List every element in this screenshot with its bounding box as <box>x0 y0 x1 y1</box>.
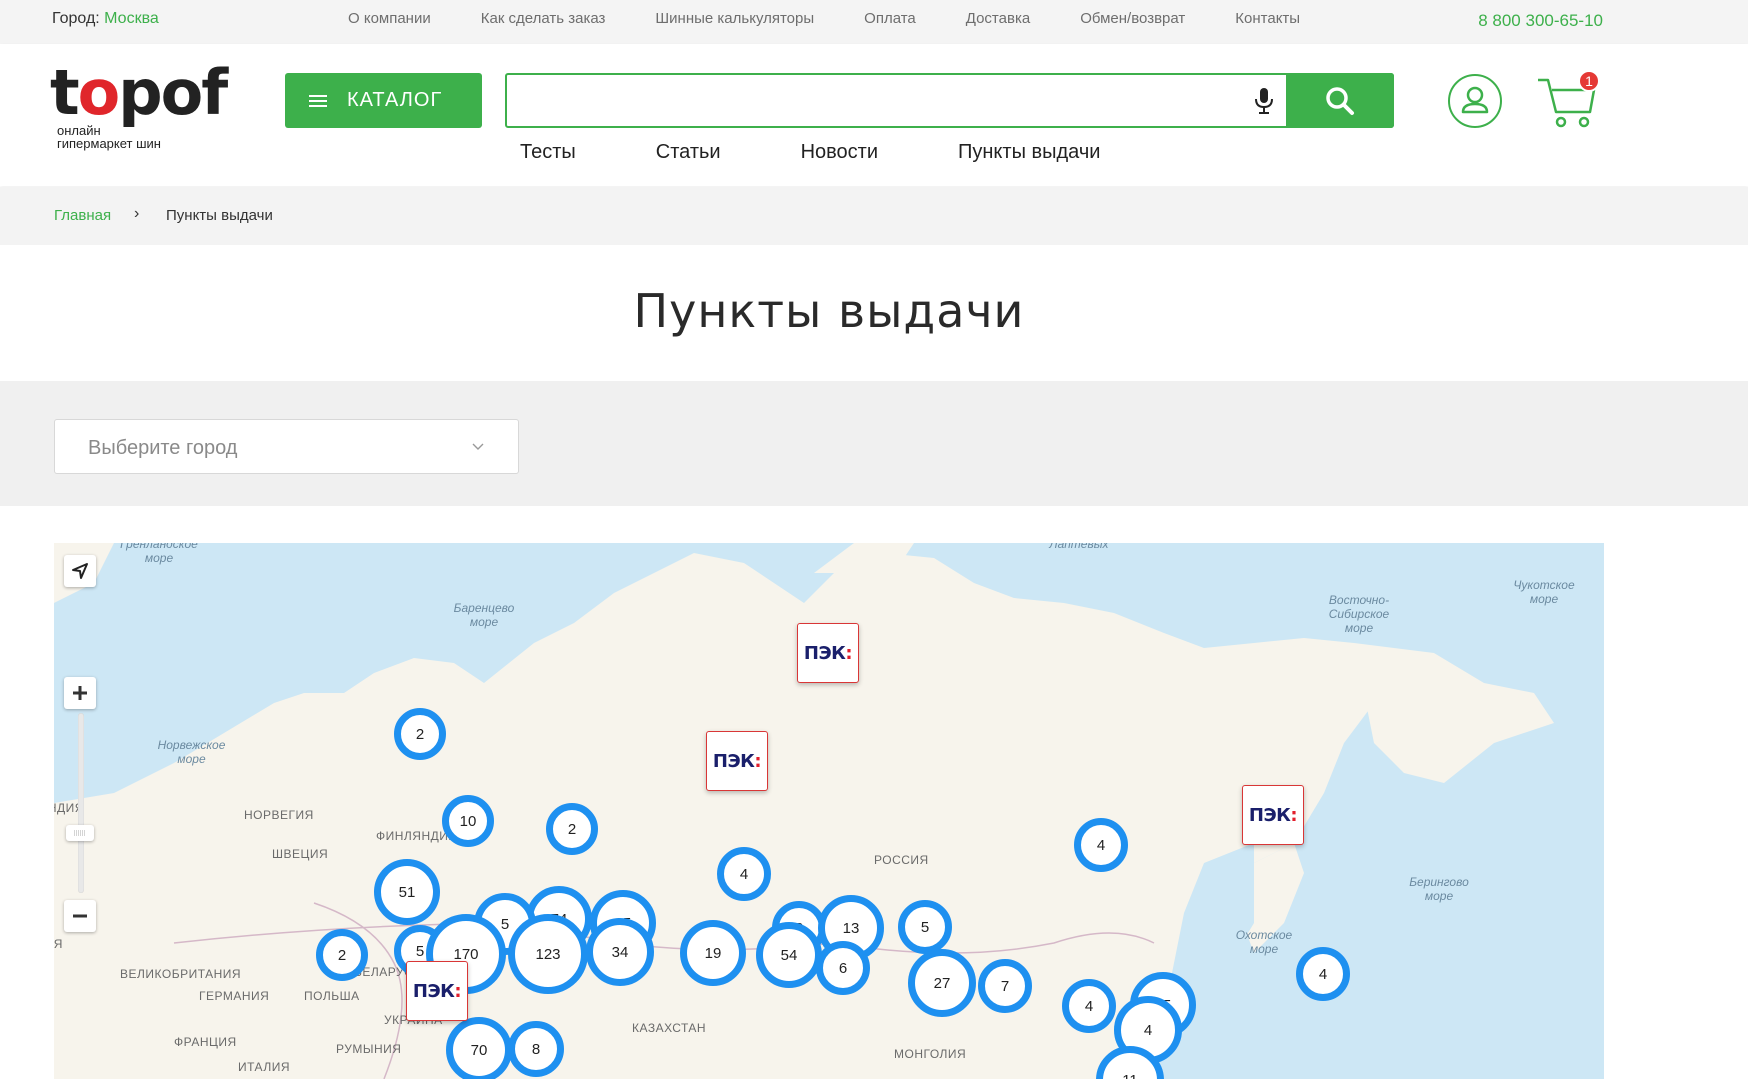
zoom-in-icon <box>73 686 87 700</box>
country-label: МОНГОЛИЯ <box>894 1047 967 1061</box>
top-nav-about[interactable]: О компании <box>348 10 431 27</box>
sea-label: Чукотское море <box>1513 578 1575 606</box>
zoom-out-icon <box>73 914 87 918</box>
country-label: РОССИЯ <box>874 853 929 867</box>
map-cluster[interactable]: 2 <box>316 929 368 981</box>
logo-tagline: онлайн гипермаркет шин <box>57 123 161 151</box>
sea-label: Лаптевых <box>1049 543 1109 551</box>
map-cluster[interactable]: 7 <box>978 959 1032 1013</box>
phone-link[interactable]: 8 800 300-65-10 <box>1478 11 1603 31</box>
pek-logo: ПЭК: <box>412 980 462 1002</box>
cart-icon[interactable]: 1 <box>1536 70 1600 132</box>
sub-nav-articles[interactable]: Статьи <box>656 141 721 164</box>
pek-marker[interactable]: ПЭК: <box>1242 785 1304 845</box>
search-input[interactable] <box>507 75 1247 126</box>
filter-band: Выберите город <box>0 381 1748 506</box>
country-label: ПОЛЬША <box>304 989 360 1003</box>
city-selector[interactable]: Город: Москва <box>52 10 159 28</box>
city-label: Город: <box>52 10 100 27</box>
pek-logo: ПЭК: <box>803 642 853 664</box>
top-nav-how-to-order[interactable]: Как сделать заказ <box>481 10 606 27</box>
logo-wordmark: topof <box>50 56 228 129</box>
country-label: РУМЫНИЯ <box>336 1042 402 1056</box>
sea-label: Гренландское море <box>120 543 198 565</box>
sub-nav-pickup-points[interactable]: Пункты выдачи <box>958 141 1100 164</box>
top-bar: Город: Москва О компании Как сделать зак… <box>0 0 1748 44</box>
map-cluster[interactable]: 8 <box>508 1021 564 1077</box>
map-cluster[interactable]: 54 <box>756 922 822 988</box>
microphone-icon[interactable] <box>1252 87 1276 115</box>
sea-label: Берингово море <box>1409 875 1469 903</box>
zoom-in-button[interactable] <box>64 677 96 709</box>
map-cluster[interactable]: 51 <box>374 859 440 925</box>
map-cluster[interactable]: 5 <box>898 900 952 954</box>
top-nav-exchange-return[interactable]: Обмен/возврат <box>1080 10 1185 27</box>
catalog-label: КАТАЛОГ <box>347 89 443 111</box>
map-cluster[interactable]: 2 <box>546 803 598 855</box>
map-cluster[interactable]: 4 <box>1062 979 1116 1033</box>
city-select-placeholder: Выберите город <box>88 437 238 459</box>
map-cluster[interactable]: 4 <box>1296 947 1350 1001</box>
country-label: ИТАЛИЯ <box>238 1060 290 1074</box>
country-label: ШВЕЦИЯ <box>272 847 329 861</box>
map-cluster[interactable]: 10 <box>442 795 494 847</box>
country-label: ВЕЛИКОБРИТАНИЯ <box>120 967 242 981</box>
header: topof онлайн гипермаркет шин КАТАЛОГ Тес… <box>0 44 1748 186</box>
pek-logo: ПЭК: <box>1248 804 1298 826</box>
chevron-down-icon <box>472 443 484 450</box>
breadcrumb-home-link[interactable]: Главная <box>54 207 111 224</box>
map-cluster[interactable]: 70 <box>446 1017 512 1079</box>
country-label: НОРВЕГИЯ <box>244 808 314 822</box>
map-cluster[interactable]: 4 <box>717 847 771 901</box>
map-cluster[interactable]: 123 <box>508 914 588 994</box>
map-cluster[interactable]: 27 <box>908 949 976 1017</box>
top-nav-contacts[interactable]: Контакты <box>1235 10 1300 27</box>
country-label: ФРАНЦИЯ <box>174 1035 237 1049</box>
search-icon <box>1326 86 1354 115</box>
sea-label: Баренцево море <box>453 601 515 629</box>
sea-label: Норвежское море <box>157 738 226 766</box>
zoom-slider-handle[interactable] <box>66 825 94 841</box>
city-select[interactable]: Выберите город <box>54 419 519 474</box>
breadcrumb-current: Пункты выдачи <box>166 207 273 224</box>
search-bar <box>505 73 1394 128</box>
page-title: Пункты выдачи <box>633 284 1025 338</box>
country-label: ГЕРМАНИЯ <box>199 989 270 1003</box>
cart-count-badge: 1 <box>1578 70 1600 92</box>
sea-label: Восточно-Сибирское море <box>1328 593 1390 635</box>
pek-marker[interactable]: ПЭК: <box>797 623 859 683</box>
catalog-button[interactable]: КАТАЛОГ <box>285 73 482 128</box>
sub-nav: Тесты Статьи Новости Пункты выдачи <box>520 141 1180 164</box>
country-label: ИСЛАНДИЯ <box>54 937 63 951</box>
country-label: КАЗАХСТАН <box>632 1021 707 1035</box>
sub-nav-news[interactable]: Новости <box>801 141 878 164</box>
map-cluster[interactable]: 4 <box>1074 818 1128 872</box>
search-button[interactable] <box>1286 73 1394 128</box>
map-cluster[interactable]: 6 <box>816 941 870 995</box>
pickup-map[interactable]: Гренландское море Баренцево море Норвежс… <box>54 543 1604 1079</box>
sea-label: Охотское море <box>1235 928 1293 956</box>
site-logo[interactable]: topof онлайн гипермаркет шин <box>50 62 250 158</box>
locate-button[interactable] <box>64 555 96 587</box>
zoom-out-button[interactable] <box>64 900 96 932</box>
breadcrumb-separator: › <box>134 205 140 222</box>
locate-arrow-icon <box>72 563 88 579</box>
pek-marker[interactable]: ПЭК: <box>706 731 768 791</box>
zoom-slider[interactable] <box>78 713 84 893</box>
map-cluster[interactable]: 2 <box>394 708 446 760</box>
sub-nav-tests[interactable]: Тесты <box>520 141 576 164</box>
top-nav-payment[interactable]: Оплата <box>864 10 916 27</box>
top-nav-tire-calculators[interactable]: Шинные калькуляторы <box>655 10 814 27</box>
map-cluster[interactable]: 34 <box>586 918 654 986</box>
hamburger-icon <box>309 94 327 107</box>
top-nav-delivery[interactable]: Доставка <box>966 10 1030 27</box>
top-nav: О компании Как сделать заказ Шинные каль… <box>348 10 1350 27</box>
pek-logo: ПЭК: <box>712 750 762 772</box>
map-cluster[interactable]: 19 <box>680 920 746 986</box>
user-icon[interactable] <box>1448 74 1502 128</box>
city-value-link[interactable]: Москва <box>104 10 159 27</box>
pek-marker[interactable]: ПЭК: <box>406 961 468 1021</box>
breadcrumb: Главная › Пункты выдачи <box>0 187 1748 245</box>
